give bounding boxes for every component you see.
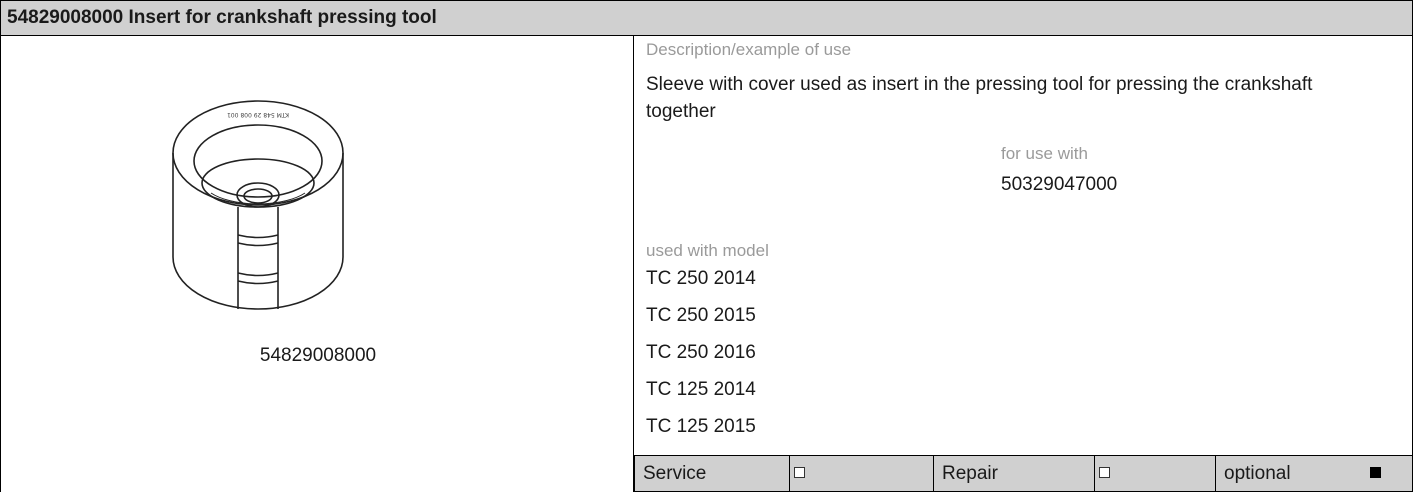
checkbox-filled-icon	[1370, 467, 1381, 478]
description-label: Description/example of use	[646, 40, 852, 59]
engraving-text: KTM 548 29 008 001	[227, 111, 289, 118]
for-use-with-value: 50329047000	[1001, 174, 1118, 195]
category-label: Service	[643, 463, 707, 484]
model-item: TC 250 2014	[646, 268, 756, 289]
category-repair-box	[1094, 456, 1215, 491]
category-repair: Repair	[933, 456, 1094, 491]
model-item: TC 125 2014	[646, 379, 756, 400]
checkbox-empty-icon	[1099, 467, 1110, 478]
category-row: Service Repair optional	[634, 455, 1413, 492]
model-item: TC 250 2016	[646, 342, 756, 363]
tool-sheet: 54829008000 Insert for crankshaft pressi…	[0, 0, 1413, 492]
category-label: Repair	[942, 463, 998, 484]
page-title: 54829008000 Insert for crankshaft pressi…	[0, 0, 1413, 36]
image-caption: 54829008000	[259, 345, 377, 366]
description-text: Sleeve with cover used as insert in the …	[646, 74, 1313, 122]
sleeve-insert-icon: KTM 548 29 008 001	[172, 100, 344, 310]
category-optional: optional	[1215, 456, 1412, 491]
category-service-box	[789, 456, 933, 491]
category-label: optional	[1224, 463, 1291, 484]
model-item: TC 250 2015	[646, 305, 756, 326]
used-with-model-label: used with model	[646, 241, 769, 260]
details-panel: Description/example of use Sleeve with c…	[634, 35, 1413, 492]
category-service: Service	[635, 456, 789, 491]
for-use-with-label: for use with	[1001, 144, 1088, 163]
tool-image-panel: KTM 548 29 008 001 54829008000	[0, 35, 634, 492]
model-item: TC 125 2015	[646, 416, 756, 437]
checkbox-empty-icon	[794, 467, 805, 478]
